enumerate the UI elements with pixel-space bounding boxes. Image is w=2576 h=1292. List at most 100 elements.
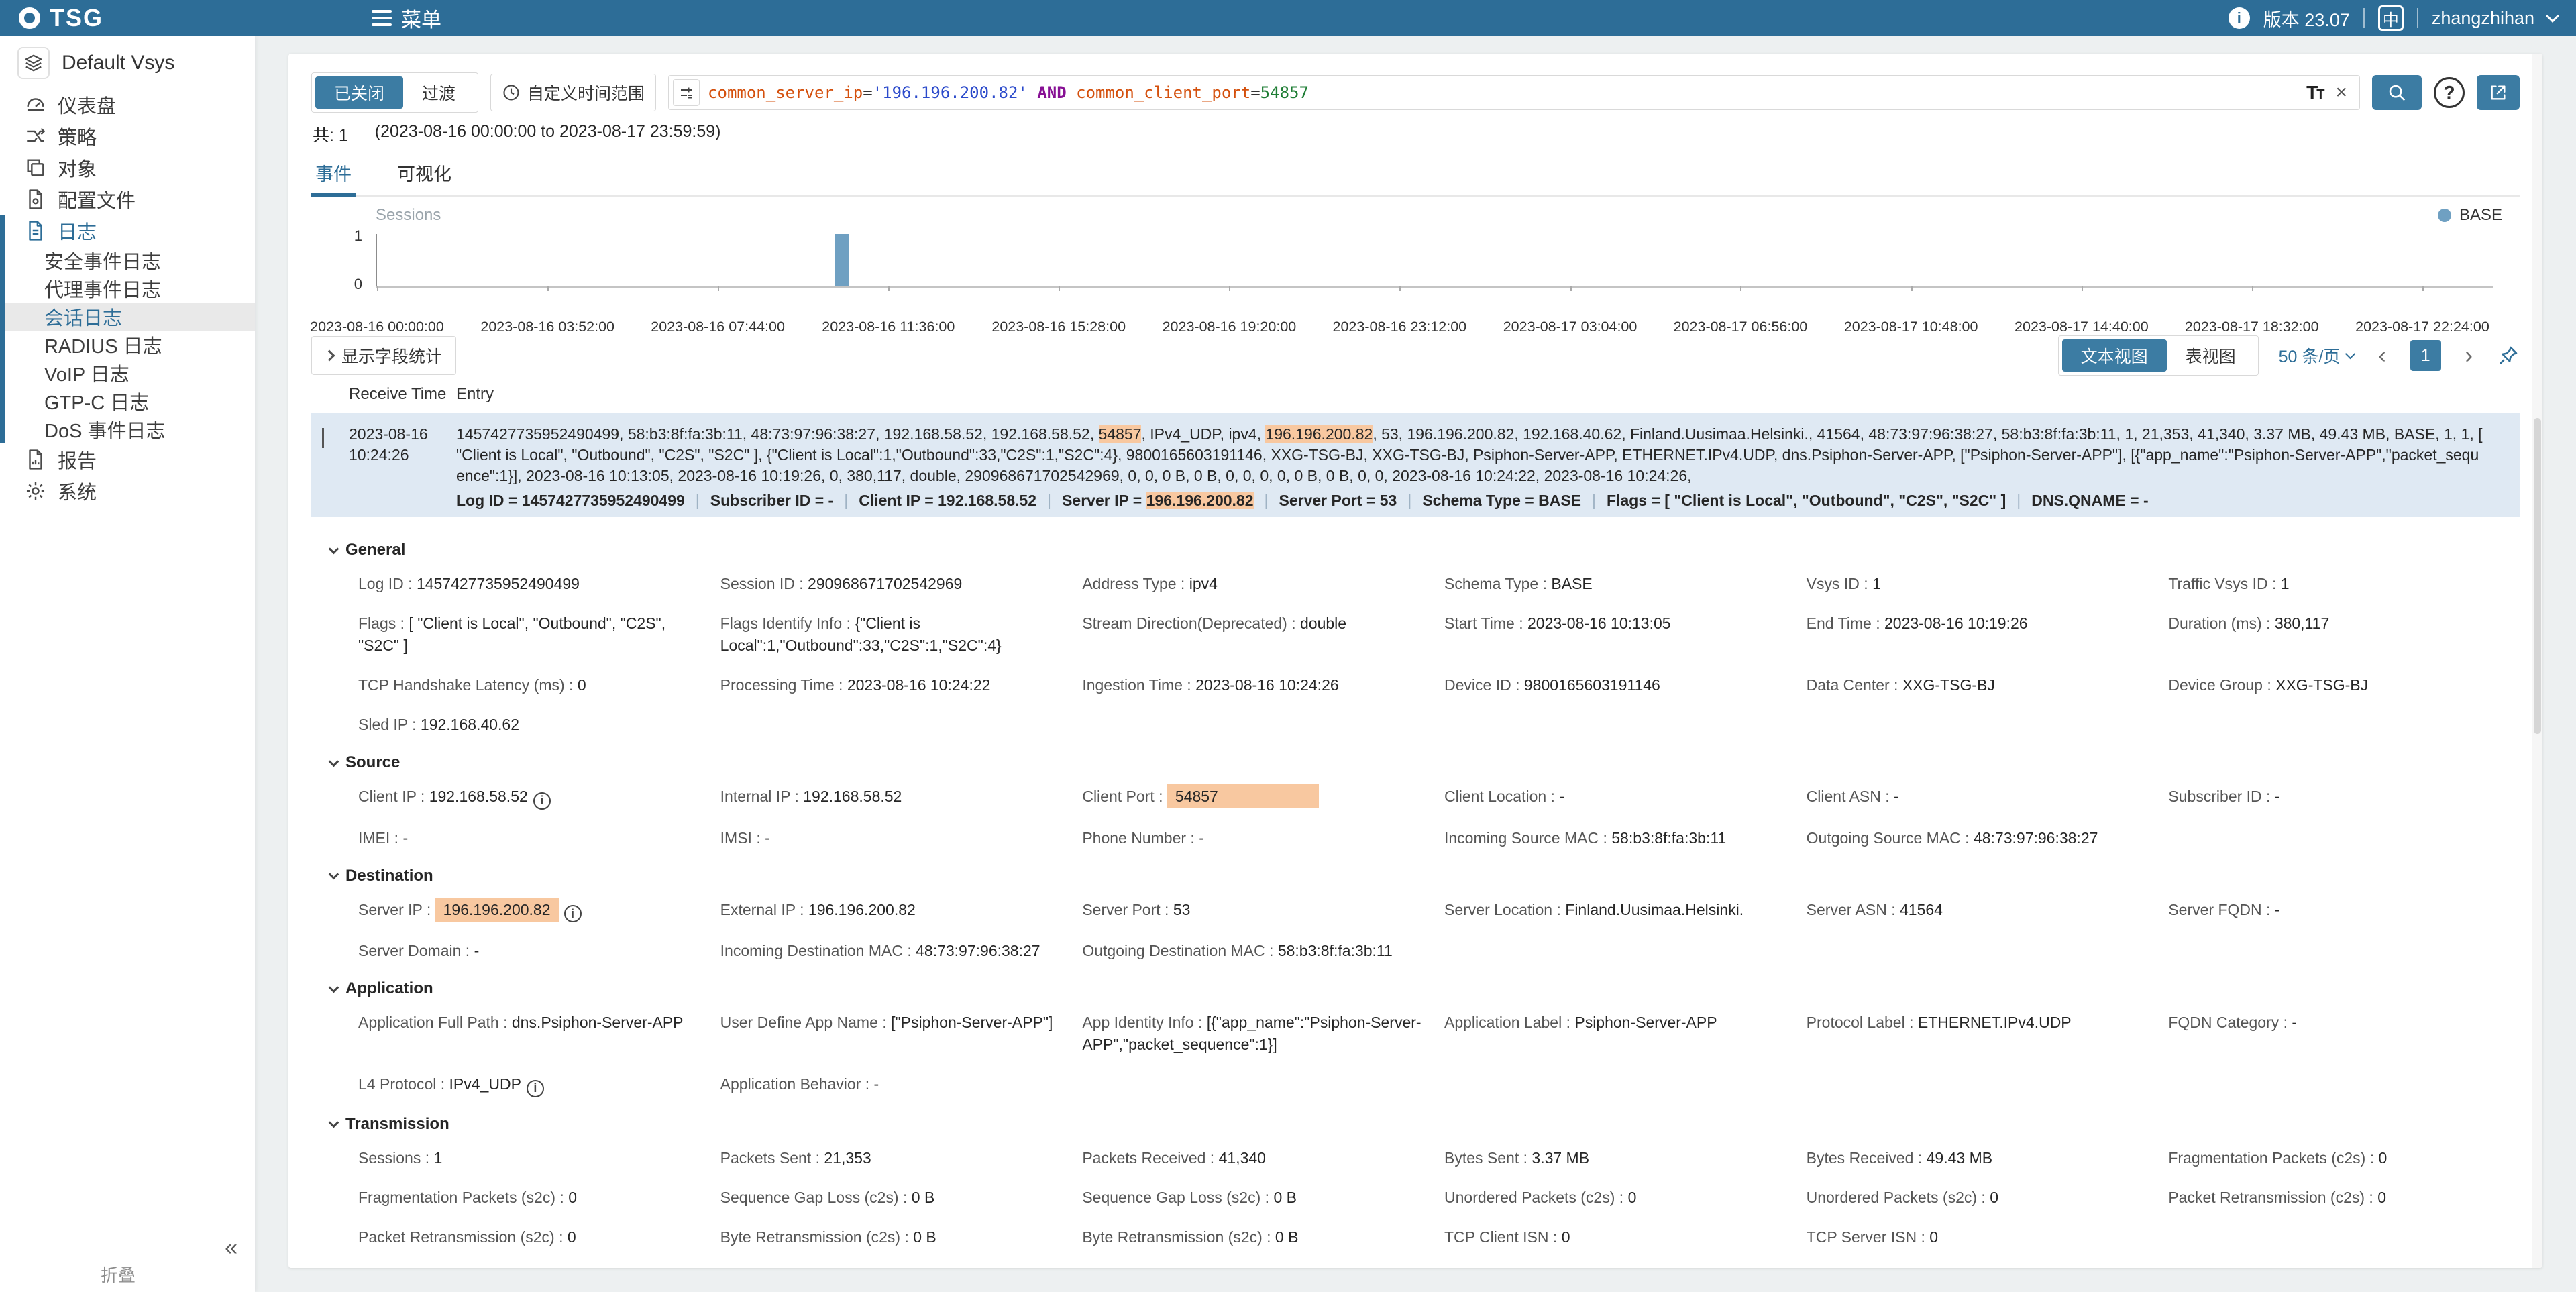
sidebar-item-profile[interactable]: 配置文件 — [0, 183, 255, 215]
col-receive-time: Receive Time — [349, 385, 456, 404]
pin-icon[interactable] — [2497, 344, 2520, 367]
view-button-表视图[interactable]: 表视图 — [2167, 339, 2255, 372]
field-value: 192.168.58.52 — [803, 788, 902, 805]
field-Subscriber ID: Subscriber ID : - — [2168, 786, 2513, 810]
report-icon — [24, 448, 47, 471]
page-size-select[interactable]: 50 条/页 — [2279, 343, 2355, 368]
section-header-Transmission[interactable]: Transmission — [330, 1115, 2520, 1134]
prev-page-button[interactable]: ‹ — [2374, 343, 2390, 369]
x-tick-label: 2023-08-17 14:40:00 — [2015, 319, 2149, 335]
username[interactable]: zhangzhihan — [2432, 8, 2534, 29]
info-icon[interactable]: i — [527, 1080, 544, 1097]
section-header-Application[interactable]: Application — [330, 979, 2520, 998]
sidebar-item-system[interactable]: 系统 — [0, 475, 255, 506]
divider — [2363, 8, 2365, 28]
page-number-button[interactable]: 1 — [2410, 340, 2441, 371]
field-value: 2023-08-16 10:13:05 — [1527, 614, 1671, 632]
sidebar-item-dashboard[interactable]: 仪表盘 — [0, 89, 255, 120]
field-value: 0 B — [1273, 1189, 1297, 1206]
vsys-selector[interactable]: Default Vsys — [0, 36, 255, 89]
collapse-row-button[interactable] — [311, 424, 349, 486]
sidebar-item-DoS 事件日志[interactable]: DoS 事件日志 — [0, 415, 255, 443]
section-header-Other[interactable]: Other — [330, 1266, 2520, 1269]
object-icon — [24, 156, 47, 179]
export-button[interactable] — [2477, 75, 2520, 110]
view-button-文本视图[interactable]: 文本视图 — [2062, 339, 2167, 372]
query-input[interactable]: common_server_ip='196.196.200.82' AND co… — [668, 75, 2360, 110]
scrollbar[interactable] — [2532, 54, 2542, 1268]
field-stats-button[interactable]: 显示字段统计 — [311, 336, 456, 375]
field-value: 53 — [1173, 901, 1191, 918]
field-label: Sessions : — [358, 1149, 434, 1167]
field-label: User Define App Name : — [720, 1014, 891, 1031]
badge-divider: | — [1407, 492, 1411, 510]
language-icon[interactable]: 中 — [2378, 5, 2404, 31]
collapse-sidebar-icon[interactable]: « — [225, 1235, 237, 1261]
info-icon[interactable]: i — [533, 792, 551, 810]
field-value: BASE — [1551, 575, 1592, 592]
filter-icon — [673, 79, 700, 106]
sidebar-item-代理事件日志[interactable]: 代理事件日志 — [0, 274, 255, 303]
search-button[interactable] — [2372, 75, 2422, 110]
status-button-过渡[interactable]: 过渡 — [403, 76, 474, 109]
sidebar-item-object[interactable]: 对象 — [0, 152, 255, 183]
sidebar-item-会话日志[interactable]: 会话日志 — [0, 303, 255, 331]
chevron-down-icon[interactable] — [2546, 9, 2559, 23]
menu-button[interactable]: 菜单 — [372, 3, 441, 33]
collapse-label[interactable]: 折叠 — [101, 1262, 136, 1287]
field-value: 0 — [568, 1228, 576, 1246]
sidebar-item-RADIUS 日志[interactable]: RADIUS 日志 — [0, 331, 255, 359]
field-Log ID: Log ID : 1457427735952490499 — [358, 573, 703, 595]
section-header-Source[interactable]: Source — [330, 753, 2520, 772]
field-Sequence Gap Loss (c2s): Sequence Gap Loss (c2s) : 0 B — [720, 1187, 1065, 1209]
field-value: 58:b3:8f:fa:3b:11 — [1278, 942, 1393, 959]
page-size-label: 50 条/页 — [2279, 343, 2341, 368]
x-tick-label: 2023-08-16 03:52:00 — [480, 319, 614, 335]
field-value: XXG-TSG-BJ — [2275, 676, 2368, 694]
field-label: Unordered Packets (s2c) : — [1807, 1189, 1990, 1206]
field-Server IP: Server IP : 196.196.200.82i — [358, 899, 703, 923]
field-value: 41,340 — [1219, 1149, 1266, 1167]
chevron-down-icon — [329, 1118, 339, 1128]
field-Server Location: Server Location : Finland.Uusimaa.Helsin… — [1444, 899, 1789, 923]
scrollbar-thumb[interactable] — [2534, 418, 2541, 734]
next-page-button[interactable]: › — [2461, 343, 2477, 369]
sidebar-item-VoIP 日志[interactable]: VoIP 日志 — [0, 359, 255, 387]
x-tick-label: 2023-08-17 18:32:00 — [2185, 319, 2319, 335]
sidebar-item-policy[interactable]: 策略 — [0, 120, 255, 152]
field-label: Incoming Source MAC : — [1444, 829, 1611, 847]
main-panel: 已关闭过渡 自定义时间范围 common_server_ip='196.196.… — [288, 54, 2542, 1268]
time-range-button[interactable]: 自定义时间范围 — [490, 74, 656, 111]
help-button[interactable]: ? — [2434, 77, 2465, 108]
info-icon[interactable]: i — [2229, 7, 2250, 29]
col-entry: Entry — [456, 385, 2520, 404]
sidebar-item-report[interactable]: 报告 — [0, 443, 255, 475]
field-value: 48:73:97:96:38:27 — [916, 942, 1040, 959]
info-icon[interactable]: i — [564, 905, 582, 922]
status-button-已关闭[interactable]: 已关闭 — [315, 76, 403, 109]
tab-可视化[interactable]: 可视化 — [393, 153, 455, 195]
tsg-logo-icon — [19, 7, 40, 29]
query-text: common_server_ip='196.196.200.82' AND co… — [708, 83, 2298, 102]
field-label: Traffic Vsys ID : — [2168, 575, 2280, 592]
sidebar-item-GTP-C 日志[interactable]: GTP-C 日志 — [0, 387, 255, 415]
section-header-General[interactable]: General — [330, 541, 2520, 559]
section-header-Destination[interactable]: Destination — [330, 867, 2520, 885]
x-tick-label: 2023-08-17 03:04:00 — [1503, 319, 1638, 335]
field-Sessions: Sessions : 1 — [358, 1147, 703, 1169]
field-Session ID: Session ID : 290968671702542969 — [720, 573, 1065, 595]
section-title: General — [345, 541, 405, 559]
entry-segment: , IPv4_UDP, ipv4, — [1141, 425, 1265, 443]
field-label: Outgoing Destination MAC : — [1082, 942, 1277, 959]
field-label: Application Full Path : — [358, 1014, 512, 1031]
badge-Flags: Flags = [ "Client is Local", "Outbound",… — [1607, 492, 2006, 510]
sidebar-item-安全事件日志[interactable]: 安全事件日志 — [0, 246, 255, 274]
sidebar-item-log[interactable]: 日志 — [0, 215, 255, 246]
clear-query-icon[interactable]: × — [2331, 81, 2351, 104]
tab-事件[interactable]: 事件 — [311, 153, 356, 195]
entry-segment: 1457427735952490499, 58:b3:8f:fa:3b:11, … — [456, 425, 1099, 443]
text-format-icon[interactable]: TT — [2306, 82, 2323, 103]
field-Internal IP: Internal IP : 192.168.58.52 — [720, 786, 1065, 810]
field-value: ["Psiphon-Server-APP"] — [891, 1014, 1053, 1031]
session-bar[interactable] — [835, 234, 849, 286]
